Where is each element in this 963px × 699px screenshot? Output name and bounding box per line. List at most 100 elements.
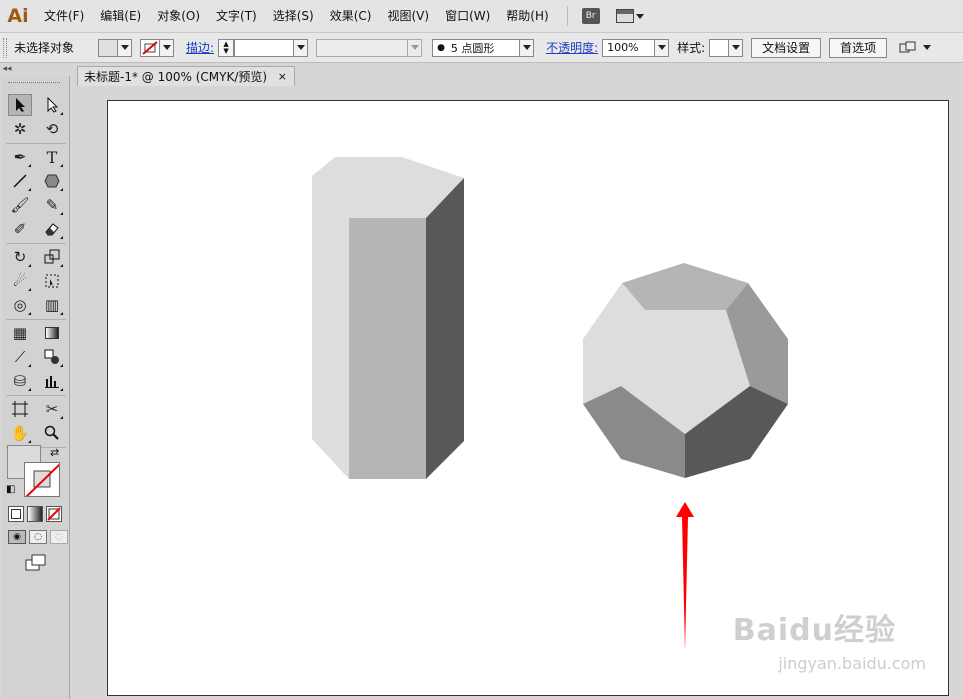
stroke-weight-input[interactable] [234, 38, 295, 57]
free-transform-tool[interactable] [40, 270, 64, 292]
paintbrush-tool[interactable]: 🖌 [8, 194, 32, 216]
fill-color-picker[interactable] [98, 38, 133, 57]
polygon-tool[interactable] [40, 170, 64, 192]
document-setup-button[interactable]: 文档设置 [751, 37, 822, 58]
eraser-tool[interactable] [40, 218, 64, 240]
stroke-label[interactable]: 描边: [186, 39, 214, 56]
shape-builder-tool[interactable]: ◎ [8, 294, 32, 316]
fill-dropdown[interactable] [118, 38, 133, 57]
fill-swatch[interactable] [98, 38, 119, 57]
stroke-swatch-none[interactable] [140, 38, 161, 57]
document-tab[interactable]: 未标题-1* @ 100% (CMYK/预览) × [77, 66, 295, 86]
tools-grip[interactable] [8, 82, 60, 85]
zoom-tool[interactable] [40, 422, 64, 444]
draw-inside-button[interactable]: ◌ [50, 530, 68, 544]
warp-tool[interactable]: ☄ [8, 270, 32, 292]
chevron-down-icon [296, 45, 305, 50]
close-icon[interactable]: × [278, 70, 287, 83]
stroke-weight-stepper[interactable]: ▲ ▼ [218, 38, 235, 57]
hand-tool[interactable]: ✋ [8, 422, 32, 444]
swap-fill-stroke-icon[interactable]: ⇄ [50, 446, 59, 459]
bridge-button[interactable]: Br [581, 8, 600, 24]
workspace-switcher[interactable] [615, 9, 644, 23]
opacity-input[interactable]: 100% [602, 38, 656, 57]
stroke-color-picker[interactable] [140, 38, 175, 57]
arrange-documents-button[interactable] [899, 41, 932, 55]
brush-label: 5 点圆形 [450, 41, 495, 55]
graphic-style-picker[interactable] [709, 38, 744, 57]
gradient-icon [45, 327, 59, 339]
preferences-button[interactable]: 首选项 [829, 37, 888, 58]
selection-tool[interactable] [8, 94, 32, 116]
mesh-tool[interactable]: ▦ [8, 322, 32, 344]
menu-edit[interactable]: 编辑(E) [92, 0, 149, 33]
graphic-style-swatch[interactable] [709, 38, 730, 57]
tool-expand-corner [60, 416, 63, 419]
menu-view[interactable]: 视图(V) [379, 0, 437, 33]
opacity-dropdown[interactable] [655, 38, 670, 57]
type-tool[interactable]: T [40, 146, 64, 168]
column-graph-tool[interactable] [40, 370, 64, 392]
menu-window[interactable]: 窗口(W) [437, 0, 498, 33]
perspective-grid-tool[interactable]: ▥ [40, 294, 64, 316]
none-button[interactable] [46, 506, 62, 522]
chevron-down-icon [162, 45, 171, 50]
menu-help[interactable]: 帮助(H) [498, 0, 556, 33]
tool-divider [6, 143, 66, 144]
tool-expand-corner [28, 312, 31, 315]
brush-definition[interactable]: ● 5 点圆形 [432, 38, 535, 57]
hexagonal-prism[interactable] [312, 157, 464, 479]
artboard-tool[interactable] [8, 398, 32, 420]
gradient-tool[interactable] [40, 322, 64, 344]
stroke-weight-dropdown[interactable] [294, 38, 309, 57]
hand-icon: ✋ [10, 424, 30, 442]
stroke-dropdown[interactable] [160, 38, 175, 57]
eyedropper-tool[interactable]: ⟋ [8, 346, 32, 368]
scale-icon [44, 249, 60, 264]
blob-brush-tool[interactable]: ✐ [8, 218, 32, 240]
menu-effect[interactable]: 效果(C) [322, 0, 380, 33]
lasso-tool[interactable]: ⟲ [40, 118, 64, 140]
menu-type[interactable]: 文字(T) [208, 0, 265, 33]
magic-wand-tool[interactable]: ✲ [8, 118, 32, 140]
eraser-icon [45, 223, 59, 236]
default-colors-icon[interactable]: ◧ [6, 484, 15, 495]
collapse-panel-icon[interactable]: ◂◂ [0, 63, 14, 75]
pen-tool[interactable]: ✒ [8, 146, 32, 168]
symbol-sprayer-tool[interactable]: ⛁ [8, 370, 32, 392]
menu-object[interactable]: 对象(O) [149, 0, 208, 33]
slice-tool[interactable]: ✂ [40, 398, 64, 420]
chevron-down-icon [731, 45, 740, 50]
opacity-field[interactable]: 100% [602, 38, 670, 57]
blob-brush-icon: ✐ [13, 220, 27, 238]
watermark-url: jingyan.baidu.com [778, 654, 926, 673]
direct-selection-tool[interactable] [40, 94, 64, 116]
graphic-style-dropdown[interactable] [729, 38, 744, 57]
stroke-swatch-large[interactable] [24, 462, 60, 497]
color-button[interactable] [8, 506, 24, 522]
prism-front-face [349, 218, 426, 479]
artboard[interactable]: Baidu经验 jingyan.baidu.com [107, 100, 949, 696]
width-profile-dropdown [408, 38, 423, 57]
draw-normal-button[interactable]: ◉ [8, 530, 26, 544]
pencil-tool[interactable]: ✎ [40, 194, 64, 216]
dodecahedron[interactable] [583, 263, 788, 478]
tools-panel: ✲ ⟲ ✒ T 🖌 ✎ ✐ ↻ ☄ ◎ ▥ ▦ ⟋ ⛁ ✂ ✋ ⇄ ◧ ◉ ◌ … [2, 76, 70, 699]
gradient-button[interactable] [27, 506, 43, 522]
rotate-tool[interactable]: ↻ [8, 246, 32, 268]
opacity-label[interactable]: 不透明度: [546, 39, 598, 56]
draw-behind-button[interactable]: ◌ [29, 530, 47, 544]
line-tool[interactable] [8, 170, 32, 192]
menu-file[interactable]: 文件(F) [36, 0, 92, 33]
variable-width-profile[interactable] [316, 38, 423, 57]
tool-expand-corner [60, 388, 63, 391]
stroke-weight-field[interactable]: ▲ ▼ [218, 38, 309, 57]
menu-select[interactable]: 选择(S) [265, 0, 322, 33]
blend-tool[interactable] [40, 346, 64, 368]
tool-expand-corner [28, 164, 31, 167]
scale-tool[interactable] [40, 246, 64, 268]
none-slash-icon [47, 507, 61, 521]
screen-mode-button[interactable] [25, 554, 47, 575]
brush-dropdown[interactable] [520, 38, 535, 57]
panel-grip[interactable] [3, 37, 7, 58]
